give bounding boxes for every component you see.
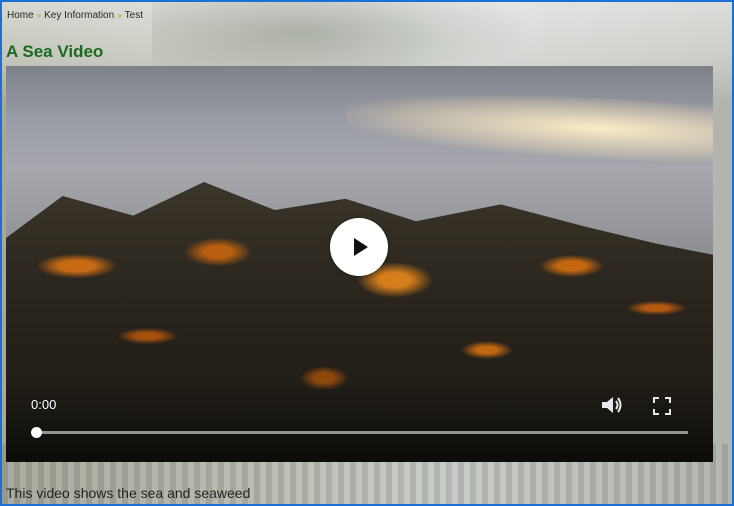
page-title: A Sea Video: [6, 42, 104, 61]
play-button[interactable]: [330, 218, 388, 276]
progress-bar[interactable]: [36, 431, 688, 434]
play-icon: [354, 238, 368, 256]
breadcrumb: Home » Key Information » Test: [7, 10, 143, 21]
volume-button[interactable]: [600, 394, 624, 416]
progress-handle[interactable]: [30, 427, 42, 438]
current-time: 0:00: [31, 397, 57, 412]
breadcrumb-separator-icon: »: [36, 11, 42, 20]
breadcrumb-home[interactable]: Home: [7, 10, 34, 21]
breadcrumb-key-information[interactable]: Key Information: [44, 10, 114, 21]
fullscreen-icon: [653, 397, 671, 415]
breadcrumb-current: Test: [124, 10, 143, 21]
video-player[interactable]: 0:00: [6, 66, 713, 462]
page-frame: Home » Key Information » Test A Sea Vide…: [0, 0, 734, 506]
breadcrumb-separator-icon: »: [117, 11, 122, 20]
volume-icon: [602, 397, 622, 413]
video-caption: This video shows the sea and seaweed: [6, 485, 251, 501]
fullscreen-button[interactable]: [652, 396, 672, 416]
